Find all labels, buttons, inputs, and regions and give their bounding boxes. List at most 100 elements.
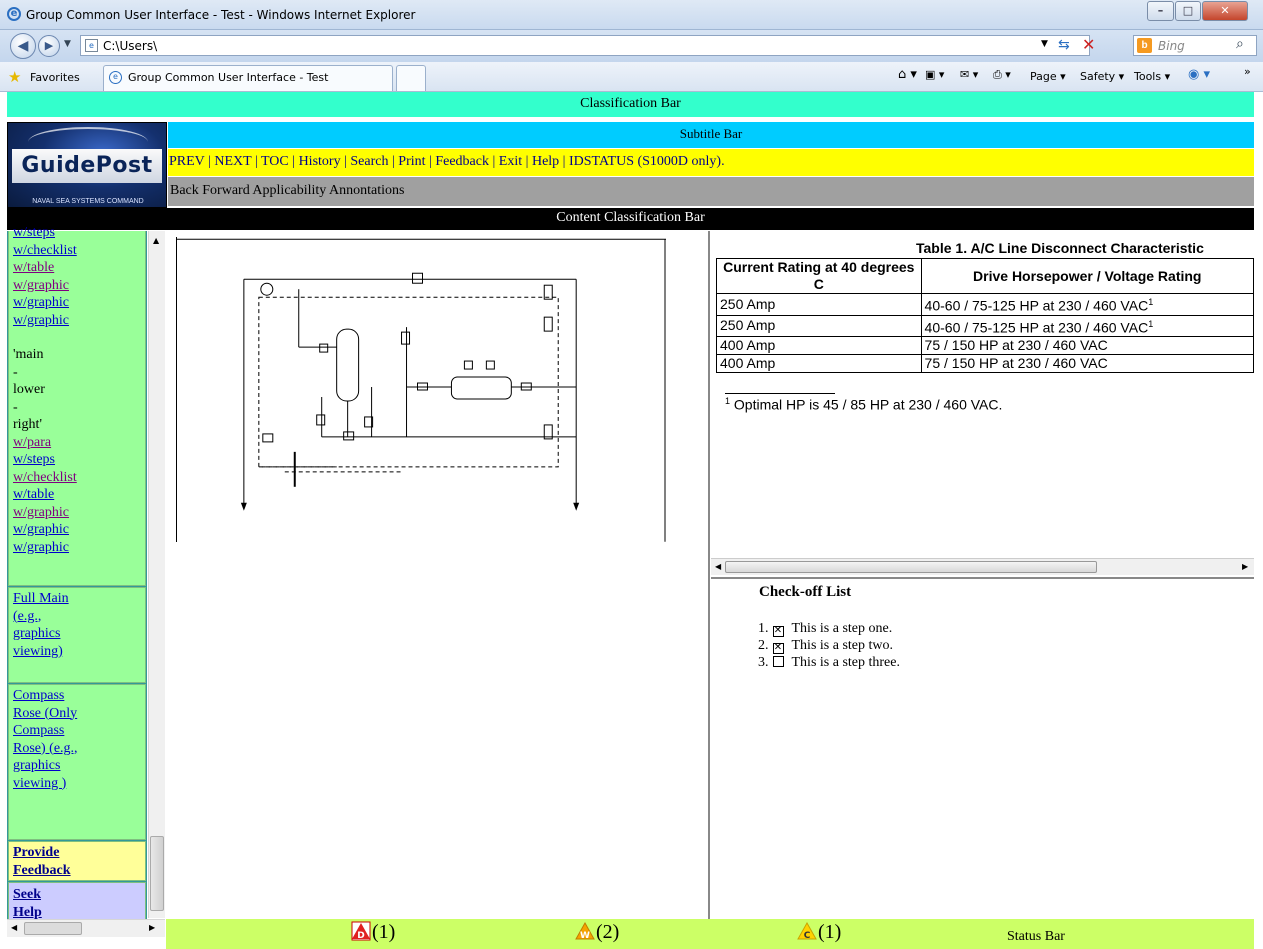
unchecked-box-icon[interactable] <box>772 656 784 667</box>
page-menu[interactable]: Page ▾ <box>1030 70 1066 83</box>
toc-link-compass-rose[interactable]: Compass Rose (Only Compass Rose) (e.g., … <box>9 685 89 792</box>
search-icon[interactable]: ⌕ <box>1236 36 1244 52</box>
danger-icon: D <box>351 921 371 941</box>
table-title: Table 1. A/C Line Disconnect Characteris… <box>916 240 1204 256</box>
favorites-button[interactable]: Favorites <box>30 71 80 84</box>
guidepost-logo: GuidePost NAVAL SEA SYSTEMS COMMAND <box>7 122 167 208</box>
close-button[interactable]: ✕ <box>1202 1 1248 21</box>
table-pane: Table 1. A/C Line Disconnect Characteris… <box>711 231 1254 576</box>
history-dropdown-icon[interactable]: ▼ <box>64 39 71 49</box>
minimize-button[interactable]: – <box>1147 1 1174 21</box>
nav-history[interactable]: History <box>299 154 341 169</box>
provide-feedback-link[interactable]: Provide Feedback <box>9 842 99 879</box>
logo-subtext: NAVAL SEA SYSTEMS COMMAND <box>32 198 144 205</box>
page-icon: e <box>85 39 98 52</box>
toc-link-para[interactable]: w/para <box>9 434 145 452</box>
table-horizontal-scrollbar[interactable]: ◀ ▶ <box>711 558 1254 575</box>
valve <box>412 272 423 284</box>
toc-link-checklist[interactable]: w/checklist <box>9 242 145 260</box>
table-cell-text: 40-60 / 75-125 HP at 230 / 460 VAC <box>924 297 1149 314</box>
scroll-thumb[interactable] <box>150 836 164 911</box>
toc-vertical-scrollbar[interactable]: ▲ <box>148 231 165 918</box>
hscroll-thumb[interactable] <box>24 922 82 935</box>
graphic-pane <box>166 231 710 919</box>
table-row: 250 Amp 40-60 / 75-125 HP at 230 / 460 V… <box>716 314 1254 338</box>
status-bar-label: Status Bar <box>1007 929 1065 944</box>
pump <box>260 282 274 296</box>
toc-link-steps[interactable]: w/steps <box>9 224 145 242</box>
toc-link-graphic[interactable]: w/graphic <box>9 504 145 522</box>
checked-box-icon[interactable]: ✕ <box>772 626 784 637</box>
ballast-schematic-drawing[interactable] <box>176 237 666 542</box>
caution-count: (1) <box>818 921 842 943</box>
checked-box-icon[interactable]: ✕ <box>772 643 784 654</box>
toc-label: right' <box>13 417 42 432</box>
maximize-button[interactable]: □ <box>1175 1 1201 21</box>
checklist-item: 2. ✕ This is a step two. <box>758 638 893 654</box>
warning-icon: W <box>575 921 595 941</box>
ie-logo-icon: e <box>7 7 21 21</box>
nav-prev[interactable]: PREV <box>169 154 205 169</box>
nav-idstatus[interactable]: IDSTATUS (S1000D only). <box>569 154 725 169</box>
danger-count: (1) <box>372 921 396 943</box>
address-dropdown-icon[interactable]: ▼ <box>1041 39 1048 49</box>
feeds-icon[interactable]: ▣ ▾ <box>925 68 944 81</box>
window-titlebar: e Group Common User Interface - Test - W… <box>0 0 1263 30</box>
nav-exit[interactable]: Exit <box>499 154 522 169</box>
print-icon[interactable]: ⎙ ▾ <box>993 68 1011 82</box>
nav-toc[interactable]: TOC <box>261 154 289 169</box>
table-cell: 400 Amp <box>716 336 922 356</box>
nav-bar: PREV | NEXT | TOC | History | Search | P… <box>168 149 1254 176</box>
new-tab-button[interactable] <box>396 65 426 91</box>
scroll-right-icon[interactable]: ▶ <box>149 923 155 932</box>
toc-horizontal-scrollbar[interactable]: ◀ ▶ <box>7 919 165 937</box>
refresh-icon[interactable]: ⇆ <box>1058 37 1070 53</box>
address-text: C:\Users\ <box>103 39 158 53</box>
toc-label: lower <box>13 382 45 397</box>
step-number: 1. <box>758 621 769 636</box>
danger-indicator[interactable]: D (1) <box>351 921 395 944</box>
warning-indicator[interactable]: W (2) <box>575 921 619 944</box>
nav-next[interactable]: NEXT <box>214 154 251 169</box>
forward-icon[interactable]: ▶ <box>38 35 60 57</box>
toc-link-graphic[interactable]: w/graphic <box>9 312 145 330</box>
tools-menu[interactable]: Tools ▾ <box>1134 70 1170 83</box>
nav-help[interactable]: Help <box>532 154 559 169</box>
caution-indicator[interactable]: C (1) <box>797 921 841 944</box>
tab-label: Group Common User Interface - Test <box>128 71 329 84</box>
help-icon[interactable]: ◉ ▾ <box>1188 67 1210 82</box>
home-icon[interactable]: ⌂ ▾ <box>898 67 917 82</box>
toc-link-graphic[interactable]: w/graphic <box>9 539 145 557</box>
back-icon[interactable]: ◀ <box>10 33 36 59</box>
content-classification-bar: Content Classification Bar <box>7 208 1254 230</box>
toc-group-full-main: Full Main (e.g., graphics viewing) <box>8 587 146 683</box>
address-field[interactable]: e C:\Users\ <box>80 35 1090 56</box>
favorites-star-icon: ★ <box>8 68 22 86</box>
toc-link-checklist[interactable]: w/checklist <box>9 469 145 487</box>
browser-tab-active[interactable]: e Group Common User Interface - Test <box>103 65 393 91</box>
mail-icon[interactable]: ✉ ▾ <box>960 68 978 81</box>
table-cell: 75 / 150 HP at 230 / 460 VAC <box>920 354 1254 374</box>
toc-link-graphic[interactable]: w/graphic <box>9 277 145 295</box>
step-text: This is a step two. <box>791 638 894 653</box>
toc-link-steps[interactable]: w/steps <box>9 451 145 469</box>
nav-feedback[interactable]: Feedback <box>435 154 489 169</box>
scroll-right-icon[interactable]: ▶ <box>1242 562 1248 571</box>
scroll-up-icon[interactable]: ▲ <box>153 236 159 245</box>
toc-label: 'main <box>13 347 44 362</box>
valve <box>343 431 355 441</box>
hscroll-thumb[interactable] <box>725 561 1097 573</box>
toc-link-graphic[interactable]: w/graphic <box>9 294 145 312</box>
toc-link-table[interactable]: w/table <box>9 486 145 504</box>
overflow-chevron-icon[interactable]: » <box>1244 65 1251 78</box>
nav-search[interactable]: Search <box>350 154 388 169</box>
stop-icon[interactable]: ✕ <box>1082 35 1095 54</box>
seek-help-link[interactable]: Seek Help <box>9 883 69 921</box>
toc-link-graphic[interactable]: w/graphic <box>9 521 145 539</box>
scroll-left-icon[interactable]: ◀ <box>715 562 721 571</box>
scroll-left-icon[interactable]: ◀ <box>11 923 17 932</box>
nav-print[interactable]: Print <box>398 154 425 169</box>
safety-menu[interactable]: Safety ▾ <box>1080 70 1124 83</box>
toc-link-full-main[interactable]: Full Main (e.g., graphics viewing) <box>9 588 89 660</box>
toc-link-table[interactable]: w/table <box>9 259 145 277</box>
